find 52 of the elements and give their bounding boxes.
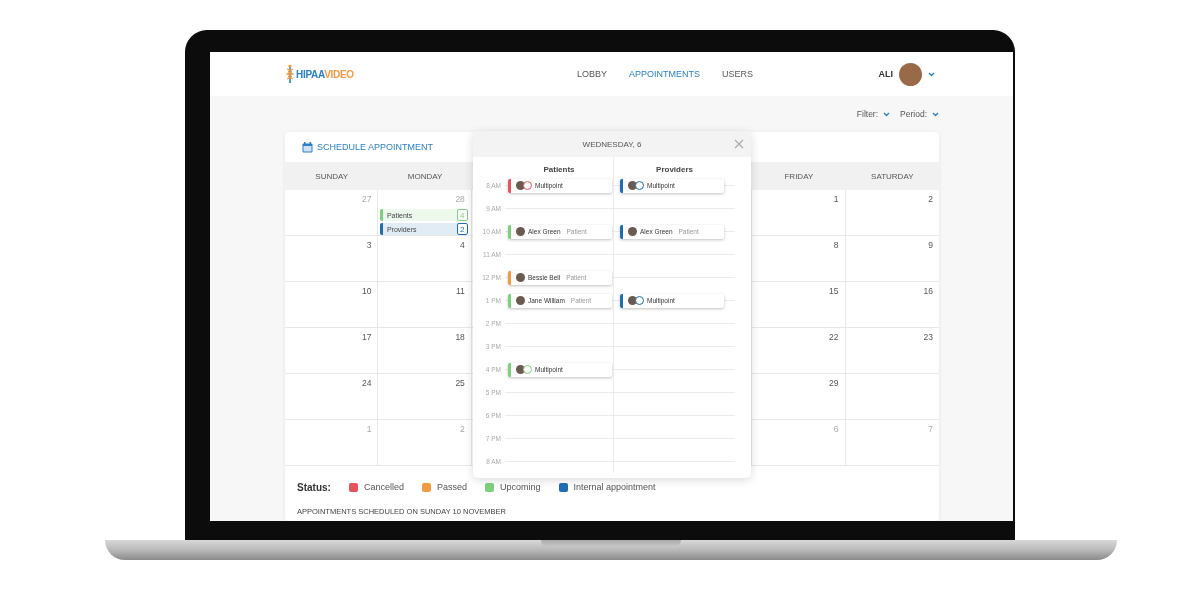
weekday-label: FRIDAY	[784, 171, 814, 181]
filter-dropdown[interactable]: Filter:	[856, 109, 891, 119]
day-number: 9	[928, 240, 934, 250]
day-number: 3	[366, 240, 373, 250]
count-badge: 2	[456, 223, 468, 235]
day-number: 29	[829, 378, 840, 388]
day-number: 6	[833, 424, 840, 434]
column-heading: Patients	[543, 165, 575, 174]
nav-tab[interactable]: USERS	[722, 69, 754, 79]
legend-label: Upcoming	[499, 482, 541, 492]
day-number: 18	[455, 332, 466, 342]
calendar-icon	[302, 141, 313, 153]
close-icon[interactable]	[734, 139, 744, 149]
day-number: 23	[923, 332, 934, 342]
caduceus-icon	[285, 64, 295, 84]
legend-label: Internal appointment	[573, 482, 656, 492]
day-number: 15	[829, 286, 840, 296]
caret-icon[interactable]	[928, 71, 935, 77]
day-number: 28	[455, 194, 466, 204]
day-number: 11	[456, 286, 466, 296]
nav-tab[interactable]: LOBBY	[577, 69, 607, 79]
legend-label: Passed	[436, 482, 467, 492]
nav-tab[interactable]: APPOINTMENTS	[629, 69, 701, 79]
filter-dropdown[interactable]: Period:	[900, 109, 939, 119]
day-number: 2	[928, 194, 934, 204]
day-number: 7	[928, 424, 934, 434]
day-number: 24	[361, 378, 373, 388]
user-avatar[interactable]	[899, 62, 922, 86]
day-number: 25	[455, 378, 466, 388]
day-number: 2	[460, 424, 466, 434]
user-name: ALI	[878, 69, 893, 79]
legend-label: Cancelled	[363, 482, 404, 492]
day-number: 10	[361, 286, 373, 296]
weekday-label: SUNDAY	[315, 171, 349, 181]
caret-icon[interactable]	[883, 111, 891, 117]
day-number: 22	[829, 332, 840, 342]
caret-icon[interactable]	[932, 111, 939, 117]
schedule-appointment-link[interactable]: SCHEDULE APPOINTMENT	[317, 142, 434, 152]
day-number: 1	[833, 194, 840, 204]
day-number: 4	[460, 240, 466, 250]
day-number: 16	[923, 286, 934, 296]
weekday-label: SATURDAY	[871, 171, 914, 181]
popup-title: WEDNESDAY, 6	[582, 139, 642, 149]
day-number: 27	[361, 194, 373, 204]
day-number: 1	[366, 424, 373, 434]
column-heading: Providers	[656, 165, 693, 174]
day-number: 17	[361, 332, 373, 342]
logo-text: HIPAAVIDEO	[296, 68, 354, 80]
weekday-label: MONDAY	[407, 171, 443, 181]
count-badge: 4	[456, 209, 468, 221]
status-label: Status:	[297, 481, 331, 493]
day-number: 8	[833, 240, 840, 250]
